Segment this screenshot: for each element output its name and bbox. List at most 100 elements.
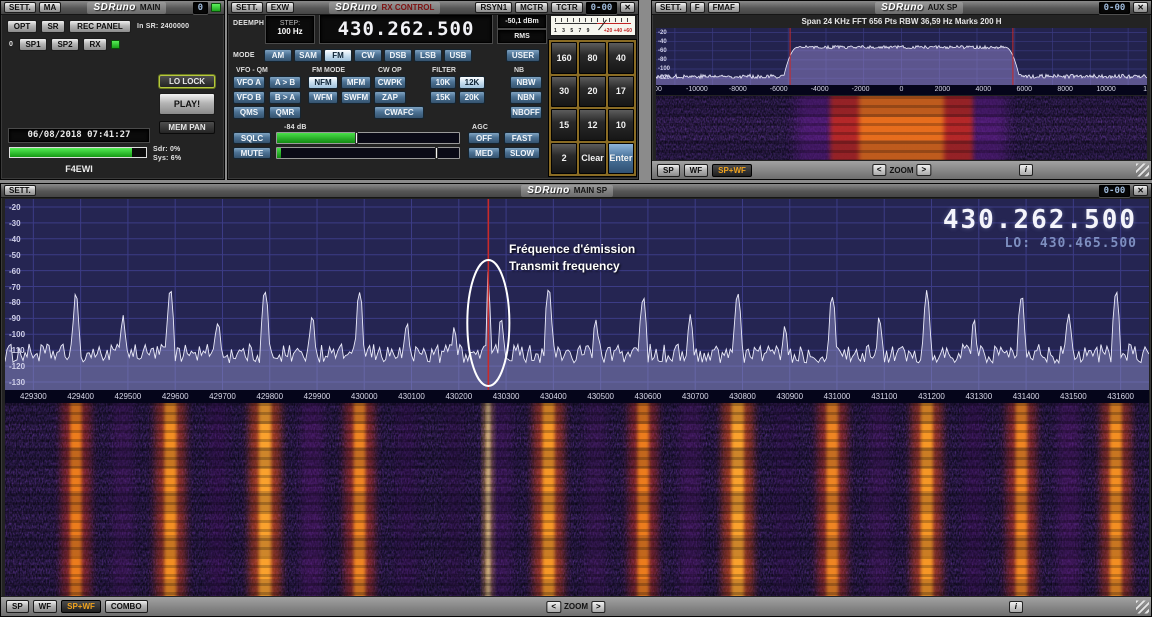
view-combo-button[interactable]: COMBO bbox=[105, 600, 148, 613]
sp2-button[interactable]: SP2 bbox=[51, 38, 79, 51]
mode-cw-button[interactable]: CW bbox=[354, 49, 382, 62]
band-10-button[interactable]: 10 bbox=[608, 109, 634, 141]
b-to-a-button[interactable]: B > A bbox=[269, 91, 301, 104]
resize-corner[interactable] bbox=[1136, 600, 1149, 613]
view-sp-button[interactable]: SP bbox=[6, 600, 29, 613]
wfm-button[interactable]: WFM bbox=[308, 91, 338, 104]
mode-sam-button[interactable]: SAM bbox=[294, 49, 322, 62]
mode-usb-button[interactable]: USB bbox=[444, 49, 472, 62]
exw-button[interactable]: EXW bbox=[266, 2, 294, 13]
rec-panel-button[interactable]: REC PANEL bbox=[69, 20, 131, 33]
zoom-in-button[interactable]: > bbox=[591, 601, 606, 613]
band-15-button[interactable]: 15 bbox=[551, 109, 577, 141]
aux-freq-tick-label: -10000 bbox=[686, 86, 708, 93]
zap-button[interactable]: ZAP bbox=[374, 91, 406, 104]
freq-tick-label: 430600 bbox=[635, 392, 662, 401]
band-2-button[interactable]: 2 bbox=[551, 143, 577, 175]
vfo-b-button[interactable]: VFO B bbox=[233, 91, 265, 104]
band-20-button[interactable]: 20 bbox=[579, 76, 605, 108]
rx-close-button[interactable]: ✕ bbox=[620, 2, 635, 13]
cwpk-button[interactable]: CWPK bbox=[374, 76, 406, 89]
nboff-button[interactable]: NBOFF bbox=[510, 106, 542, 119]
sr-button[interactable]: SR bbox=[41, 20, 65, 33]
fmaf-button[interactable]: FMAF bbox=[708, 2, 740, 13]
agc-fast-button[interactable]: FAST bbox=[504, 132, 540, 144]
mctr-button[interactable]: MCTR bbox=[515, 2, 548, 13]
mode-lsb-button[interactable]: LSB bbox=[414, 49, 442, 62]
aux-info-button[interactable]: i bbox=[1019, 164, 1033, 176]
rx-button[interactable]: RX bbox=[83, 38, 107, 51]
filter-10k-button[interactable]: 10K bbox=[430, 76, 456, 89]
nbw-button[interactable]: NBW bbox=[510, 76, 542, 89]
aux-spectrum[interactable]: -20-40-60-80-100-120 bbox=[656, 28, 1147, 85]
main-sett-button[interactable]: SETT. bbox=[4, 2, 36, 13]
mute-button[interactable]: MUTE bbox=[233, 147, 271, 159]
play-button[interactable]: PLAY! bbox=[159, 93, 215, 115]
qmr-button[interactable]: QMR bbox=[269, 106, 301, 119]
nbn-button[interactable]: NBN bbox=[510, 91, 542, 104]
band-30-button[interactable]: 30 bbox=[551, 76, 577, 108]
swfm-button[interactable]: SWFM bbox=[341, 91, 371, 104]
aux-close-button[interactable]: ✕ bbox=[1133, 2, 1148, 13]
info-button[interactable]: i bbox=[1009, 601, 1023, 613]
zoom-out-button[interactable]: < bbox=[546, 601, 561, 613]
tctr-button[interactable]: TCTR bbox=[551, 2, 582, 13]
aux-view-wf-button[interactable]: WF bbox=[684, 164, 708, 177]
filter-20k-button[interactable]: 20K bbox=[459, 91, 485, 104]
cwafc-button[interactable]: CWAFC bbox=[374, 106, 424, 119]
freq-tick-label: 429300 bbox=[20, 392, 47, 401]
band-17-button[interactable]: 17 bbox=[608, 76, 634, 108]
sdr-load-label: Sdr: 0% bbox=[153, 146, 180, 153]
power-indicator[interactable] bbox=[211, 3, 221, 12]
aux-zoom-in-button[interactable]: > bbox=[917, 164, 932, 176]
squelch-slider[interactable] bbox=[276, 132, 460, 144]
mainsp-close-button[interactable]: ✕ bbox=[1133, 185, 1148, 196]
squelch-level-label: -84 dB bbox=[284, 124, 307, 131]
band-40-button[interactable]: 40 bbox=[608, 42, 634, 74]
sp1-button[interactable]: SP1 bbox=[19, 38, 47, 51]
clear-button[interactable]: Clear bbox=[579, 143, 605, 175]
agc-med-button[interactable]: MED bbox=[468, 147, 500, 159]
agc-off-button[interactable]: OFF bbox=[468, 132, 500, 144]
aux-resize-corner[interactable] bbox=[1136, 164, 1149, 177]
band-80-button[interactable]: 80 bbox=[579, 42, 605, 74]
mode-user-button[interactable]: USER bbox=[506, 49, 540, 62]
aux-zoom-out-button[interactable]: < bbox=[872, 164, 887, 176]
mfm-button[interactable]: MFM bbox=[341, 76, 371, 89]
s-meter-scale-high: +20 +40 +60 bbox=[604, 28, 632, 34]
agc-slow-button[interactable]: SLOW bbox=[504, 147, 540, 159]
aux-f-button[interactable]: F bbox=[690, 2, 705, 13]
mem-pan-button[interactable]: MEM PAN bbox=[159, 121, 215, 134]
main-waterfall[interactable] bbox=[5, 403, 1149, 598]
view-wf-button[interactable]: WF bbox=[33, 600, 57, 613]
step-display[interactable]: STEP: 100 Hz bbox=[266, 16, 314, 43]
enter-button[interactable]: Enter bbox=[608, 143, 634, 175]
sqlc-button[interactable]: SQLC bbox=[233, 132, 271, 144]
mode-fm-button[interactable]: FM bbox=[324, 49, 352, 62]
mode-dsb-button[interactable]: DSB bbox=[384, 49, 412, 62]
aux-view-spwf-button[interactable]: SP+WF bbox=[712, 164, 752, 177]
main-spectrum[interactable]: -20-30-40-50-60-70-80-90-100-110-120-130… bbox=[5, 199, 1149, 390]
qms-button[interactable]: QMS bbox=[233, 106, 265, 119]
a-to-b-button[interactable]: A > B bbox=[269, 76, 301, 89]
vfo-a-button[interactable]: VFO A bbox=[233, 76, 265, 89]
rx-frequency-display[interactable]: 430.262.500 bbox=[320, 15, 492, 43]
band-12-button[interactable]: 12 bbox=[579, 109, 605, 141]
filter-12k-button[interactable]: 12K bbox=[459, 76, 485, 89]
rx-sett-button[interactable]: SETT. bbox=[231, 2, 263, 13]
rsyn1-button[interactable]: RSYN1 bbox=[475, 2, 512, 13]
band-160-button[interactable]: 160 bbox=[551, 42, 577, 74]
aux-view-sp-button[interactable]: SP bbox=[657, 164, 680, 177]
lo-lock-button[interactable]: LO LOCK bbox=[159, 75, 215, 88]
nfm-button[interactable]: NFM bbox=[308, 76, 338, 89]
opt-button[interactable]: OPT bbox=[7, 20, 37, 33]
mainsp-sett-button[interactable]: SETT. bbox=[4, 185, 36, 196]
aux-sett-button[interactable]: SETT. bbox=[655, 2, 687, 13]
mode-am-button[interactable]: AM bbox=[264, 49, 292, 62]
rms-button[interactable]: RMS bbox=[498, 30, 546, 43]
volume-slider[interactable] bbox=[276, 147, 460, 159]
aux-waterfall[interactable] bbox=[656, 96, 1147, 162]
main-ma-button[interactable]: MA bbox=[39, 2, 61, 13]
view-spwf-button[interactable]: SP+WF bbox=[61, 600, 101, 613]
filter-15k-button[interactable]: 15K bbox=[430, 91, 456, 104]
